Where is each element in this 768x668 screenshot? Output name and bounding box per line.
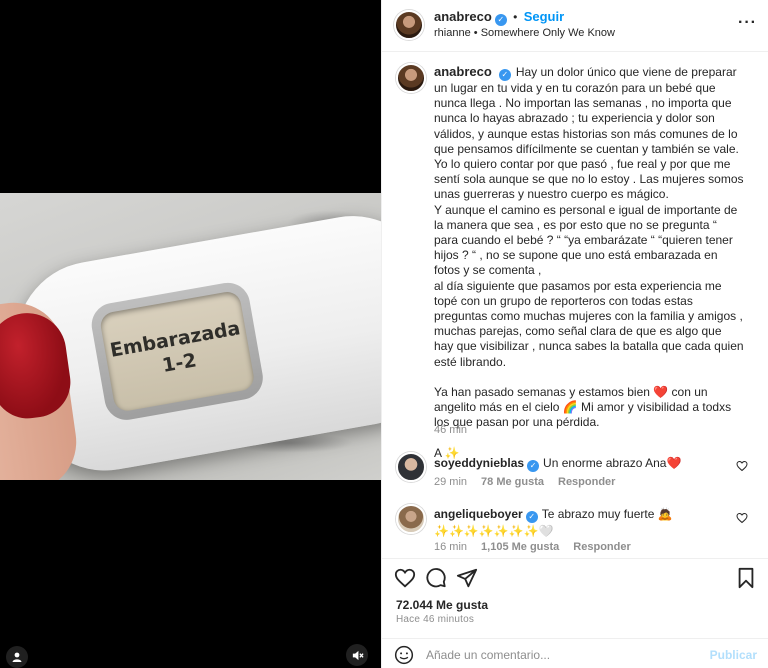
caption-text-block: anabreco ✓ Hay un dolor único que viene de… <box>434 64 744 461</box>
audio-attribution[interactable]: rhianne • Somewhere Only We Know <box>434 27 615 39</box>
post-photo: Embarazada 1-2 <box>0 193 381 480</box>
like-heart-icon[interactable] <box>394 567 416 589</box>
commenter-avatar[interactable] <box>396 452 426 482</box>
caption-username[interactable]: anabreco <box>434 64 492 79</box>
comment-time: 29 min <box>434 476 468 488</box>
comment-meta: 29 min 78 Me gusta Responder <box>434 476 615 488</box>
commenter-username[interactable]: angeliqueboyer <box>434 507 523 521</box>
heart-icon[interactable] <box>736 512 748 524</box>
author-username[interactable]: anabreco <box>434 9 492 24</box>
comment-bar: Añade un comentario... Publicar <box>382 638 768 668</box>
comment-likes[interactable]: 1,105 Me gusta <box>481 541 559 553</box>
comment-text: Un enorme abrazo Ana❤️ <box>543 456 682 470</box>
save-bookmark-icon[interactable] <box>735 567 757 589</box>
post-media[interactable]: Embarazada 1-2 <box>0 0 381 668</box>
comment-body: soyeddynieblas ✓ Un enorme abrazo Ana❤️ <box>434 455 734 472</box>
reply-button[interactable]: Responder <box>558 476 615 488</box>
verified-badge-icon: ✓ <box>494 14 507 26</box>
caption-avatar[interactable] <box>396 63 426 93</box>
user-tag-icon[interactable] <box>6 646 28 668</box>
dot-separator: • <box>513 10 518 24</box>
likes-count[interactable]: 72.044 Me gusta <box>396 598 488 612</box>
verified-badge-icon: ✓ <box>498 69 511 81</box>
follow-button[interactable]: Seguir <box>524 9 564 24</box>
post-header: anabreco ✓ • Seguir rhianne • Somewhere O… <box>382 0 768 52</box>
test-result-line2: 1-2 <box>160 349 199 377</box>
audio-artist: rhianne <box>434 27 471 39</box>
post-timestamp[interactable]: Hace 46 minutos <box>396 614 474 625</box>
reply-button[interactable]: Responder <box>573 541 630 553</box>
mute-icon[interactable] <box>346 644 368 666</box>
share-send-icon[interactable] <box>456 567 478 589</box>
comment-text: Te abrazo muy fuerte 🙇 <box>541 507 673 521</box>
comment-body: angeliqueboyer ✓ Te abrazo muy fuerte 🙇 ✨✨… <box>434 506 734 539</box>
comment-time: 16 min <box>434 541 468 553</box>
caption-time: 46 min <box>434 424 468 436</box>
comment-likes[interactable]: 78 Me gusta <box>481 476 544 488</box>
caption-text: Hay un dolor único que viene de preparar… <box>434 65 744 460</box>
comment-input[interactable]: Añade un comentario... <box>426 648 550 662</box>
author-avatar[interactable] <box>394 10 424 40</box>
heart-icon[interactable] <box>736 460 748 472</box>
audio-separator: • <box>473 27 478 39</box>
comment-text-line2: ✨✨✨✨✨✨✨🤍 <box>434 524 554 538</box>
verified-badge-icon: ✓ <box>527 460 540 472</box>
commenter-username[interactable]: soyeddynieblas <box>434 456 524 470</box>
more-options-icon[interactable]: ··· <box>738 14 757 32</box>
verified-badge-icon: ✓ <box>525 511 538 523</box>
comment-meta: 16 min 1,105 Me gusta Responder <box>434 541 631 553</box>
commenter-avatar[interactable] <box>396 504 426 534</box>
audio-title: Somewhere Only We Know <box>480 27 615 39</box>
test-screen: Embarazada 1-2 <box>98 289 256 413</box>
test-window: Embarazada 1-2 <box>88 279 267 424</box>
action-bar <box>382 558 768 592</box>
comment-bubble-icon[interactable] <box>425 567 447 589</box>
post-panel: anabreco ✓ • Seguir rhianne • Somewhere O… <box>381 0 768 668</box>
emoji-icon[interactable] <box>394 645 414 665</box>
post-comment-button[interactable]: Publicar <box>710 648 757 662</box>
